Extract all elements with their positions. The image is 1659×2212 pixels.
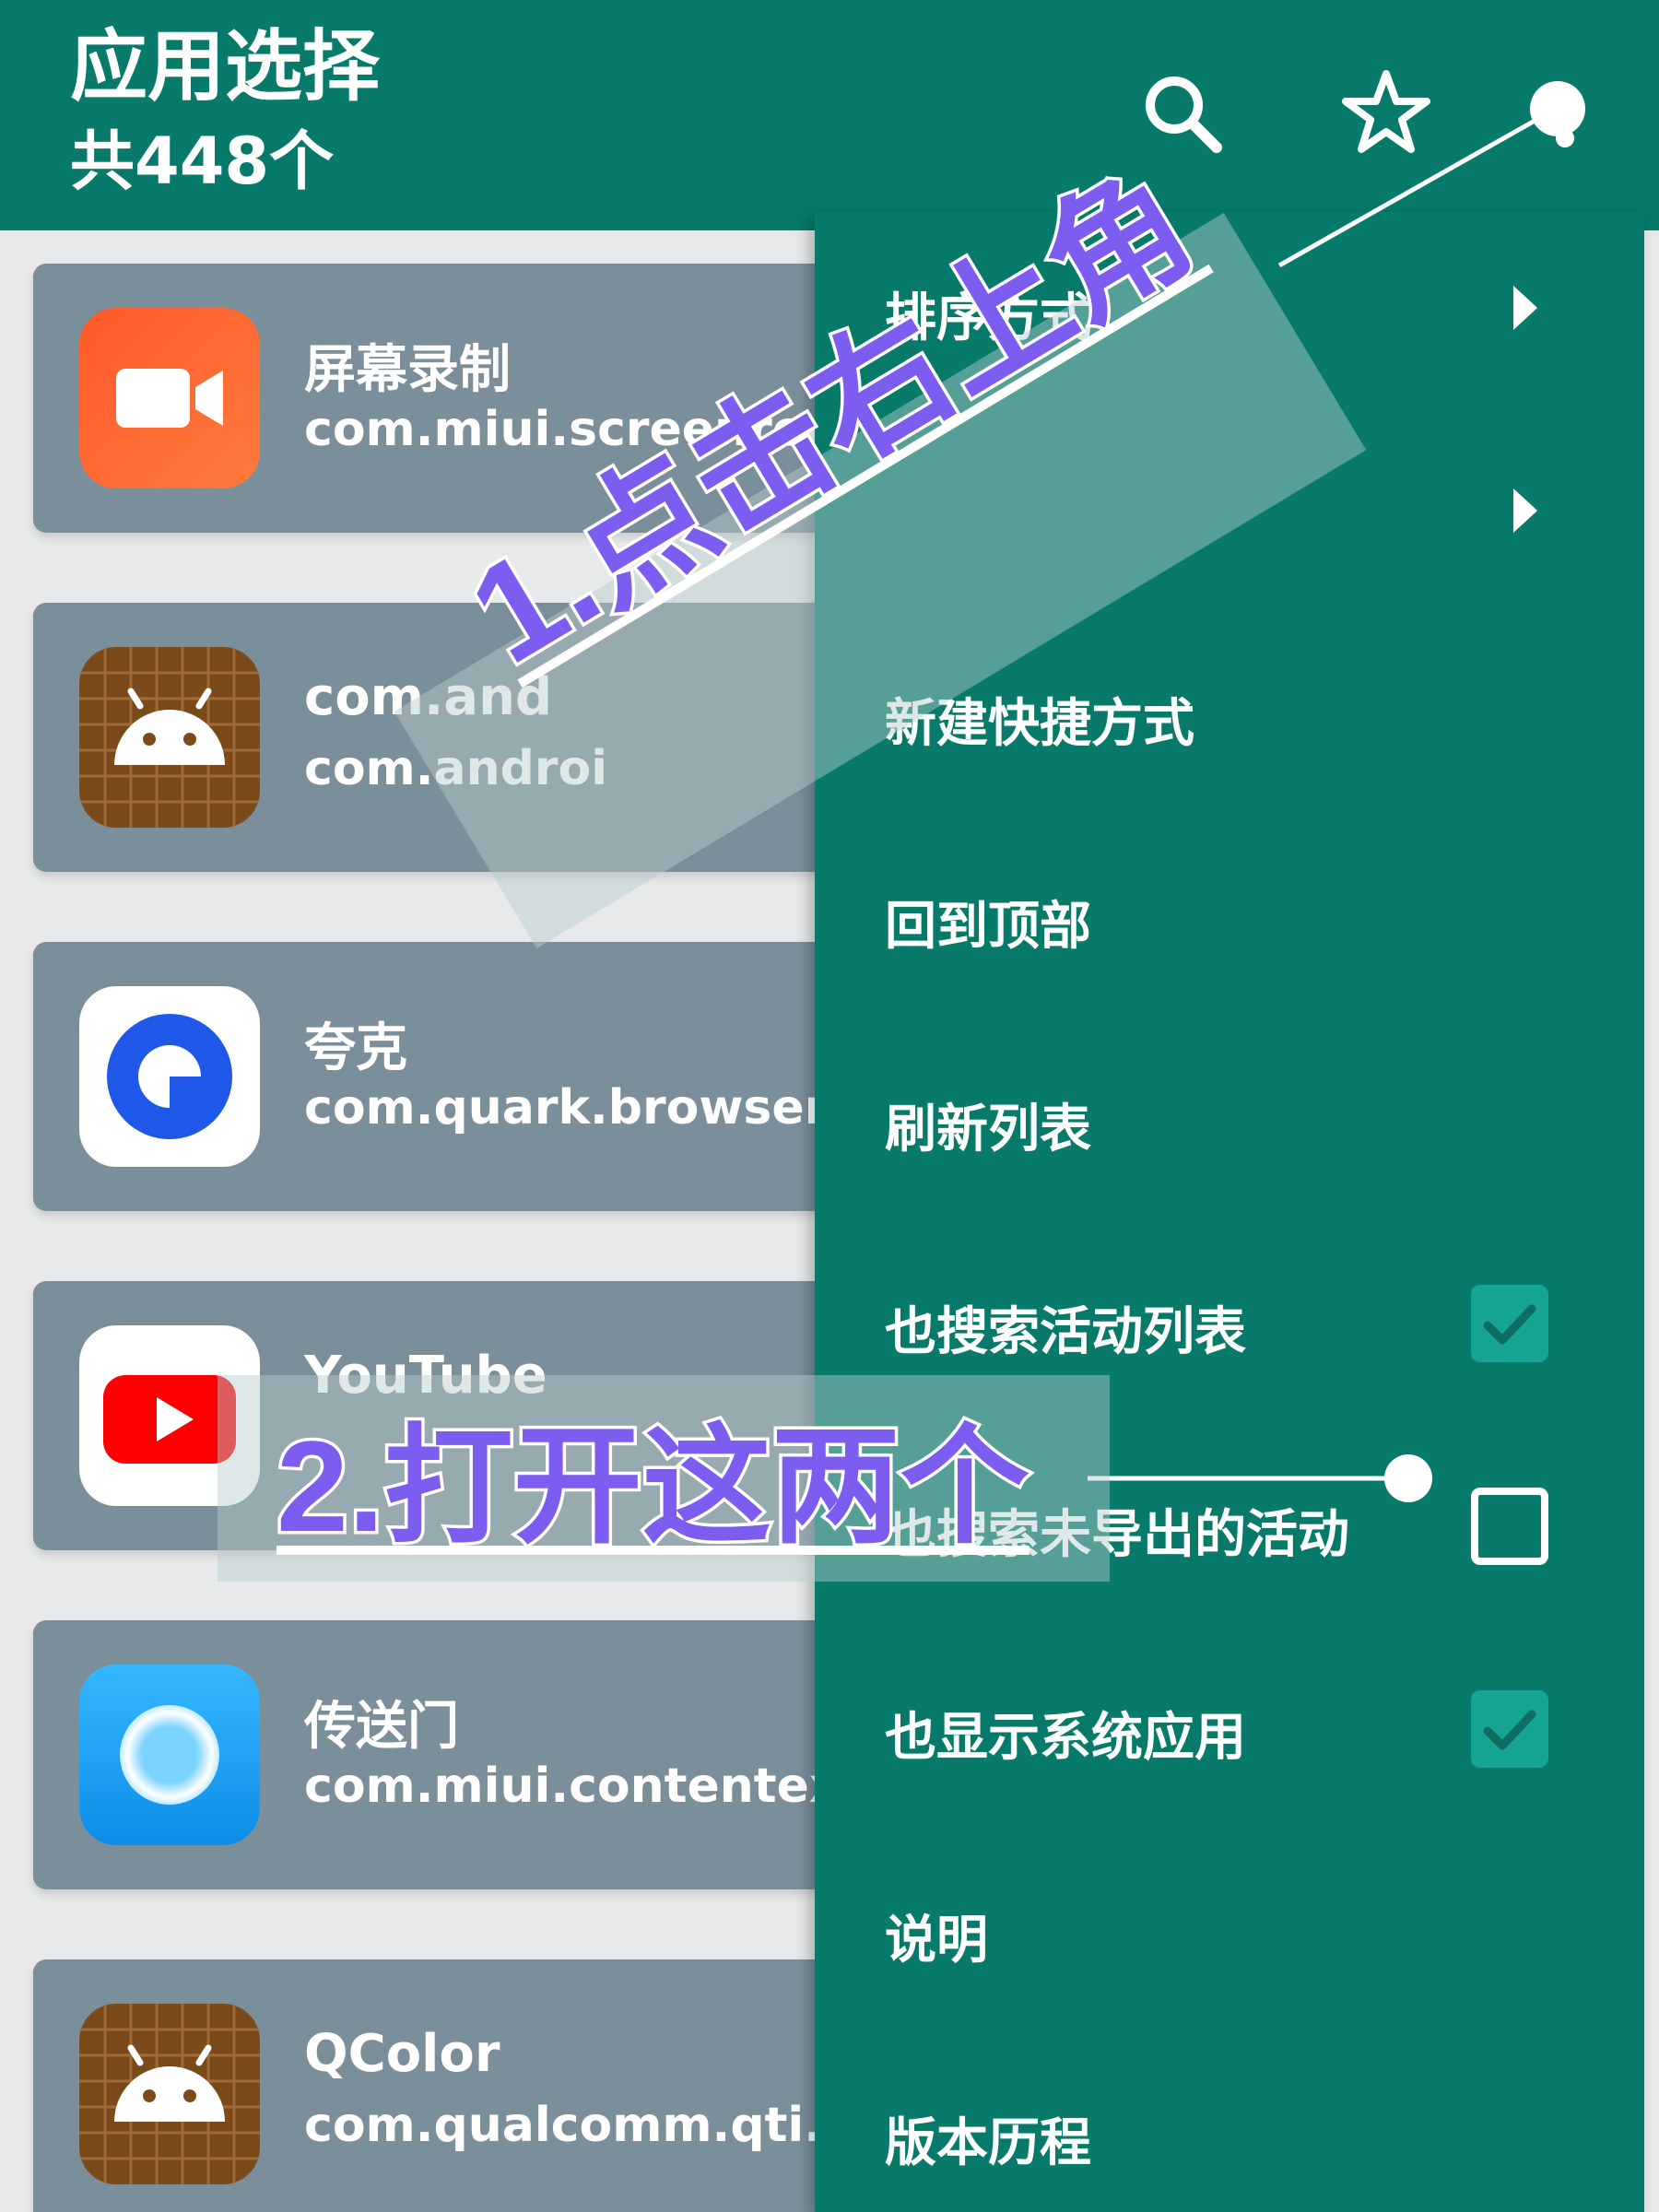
menu-item-search-unexported[interactable]: 也搜索未导出的活动 [815, 1432, 1644, 1617]
menu-item-label: 新建快捷方式 [885, 694, 1194, 754]
app-package: com.miui.screenreco [304, 402, 866, 457]
menu-item-label: 说明 [885, 1911, 988, 1971]
menu-item-label: 也搜索活动列表 [885, 1302, 1246, 1362]
submenu-arrow-icon [1513, 488, 1537, 533]
android-icon [79, 647, 260, 828]
checkmark-icon [1483, 1304, 1536, 1345]
star-icon[interactable] [1340, 66, 1432, 159]
more-icon[interactable] [1512, 66, 1604, 159]
checkmark-icon [1483, 1710, 1536, 1750]
menu-item-label: 排序方式 [885, 288, 1091, 348]
app-name: 夸克 [304, 1018, 407, 1078]
menu-item-sort[interactable]: 排序方式 [815, 216, 1644, 400]
page-title: 应用选择 [70, 21, 381, 112]
app-package: com.qualcomm.qti.qc [304, 2098, 886, 2153]
checkbox-checked[interactable] [1471, 1285, 1548, 1362]
menu-item-search-activities[interactable]: 也搜索活动列表 [815, 1230, 1644, 1414]
portal-icon [79, 1665, 260, 1845]
app-bar: 应用选择 共448个 [0, 0, 1659, 230]
menu-item-label: 刷新列表 [885, 1100, 1091, 1159]
youtube-icon [79, 1325, 260, 1506]
menu-item-back-to-top[interactable]: 回到顶部 [815, 824, 1644, 1008]
menu-item-new-shortcut[interactable]: 新建快捷方式 [815, 621, 1644, 806]
menu-item-label: 回到顶部 [885, 897, 1091, 957]
menu-item-help[interactable]: 说明 [815, 1838, 1644, 2022]
checkbox-unchecked[interactable] [1471, 1488, 1548, 1565]
menu-item-label: 也显示系统应用 [885, 1708, 1246, 1768]
menu-item-label: 版本历程 [885, 2113, 1091, 2173]
menu-item-version-history[interactable]: 版本历程 [815, 2041, 1644, 2212]
menu-item-submenu[interactable] [815, 418, 1644, 603]
search-icon[interactable] [1135, 66, 1228, 159]
app-name: 传送门 [304, 1697, 459, 1757]
screen-recorder-icon [79, 308, 260, 488]
menu-item-label: 也搜索未导出的活动 [885, 1505, 1349, 1565]
overflow-menu: 排序方式 新建快捷方式 回到顶部 刷新列表 也搜索活动列表 也搜索未导出的活动 … [815, 212, 1644, 2212]
checkbox-checked[interactable] [1471, 1690, 1548, 1768]
app-count: 共448个 [70, 124, 335, 199]
app-name: YouTube [304, 1346, 547, 1406]
android-icon [79, 2004, 260, 2184]
menu-item-show-system-apps[interactable]: 也显示系统应用 [815, 1635, 1644, 1819]
app-name: com.and [304, 667, 553, 727]
menu-item-refresh[interactable]: 刷新列表 [815, 1027, 1644, 1211]
app-package: com.quark.browser [304, 1080, 829, 1135]
app-package: com.miui.contentexte [304, 1759, 896, 1814]
app-name: 屏幕录制 [304, 340, 511, 400]
app-package: com.androi [304, 741, 608, 796]
app-name: QColor [304, 2024, 500, 2084]
quark-icon [79, 986, 260, 1167]
submenu-arrow-icon [1513, 286, 1537, 330]
